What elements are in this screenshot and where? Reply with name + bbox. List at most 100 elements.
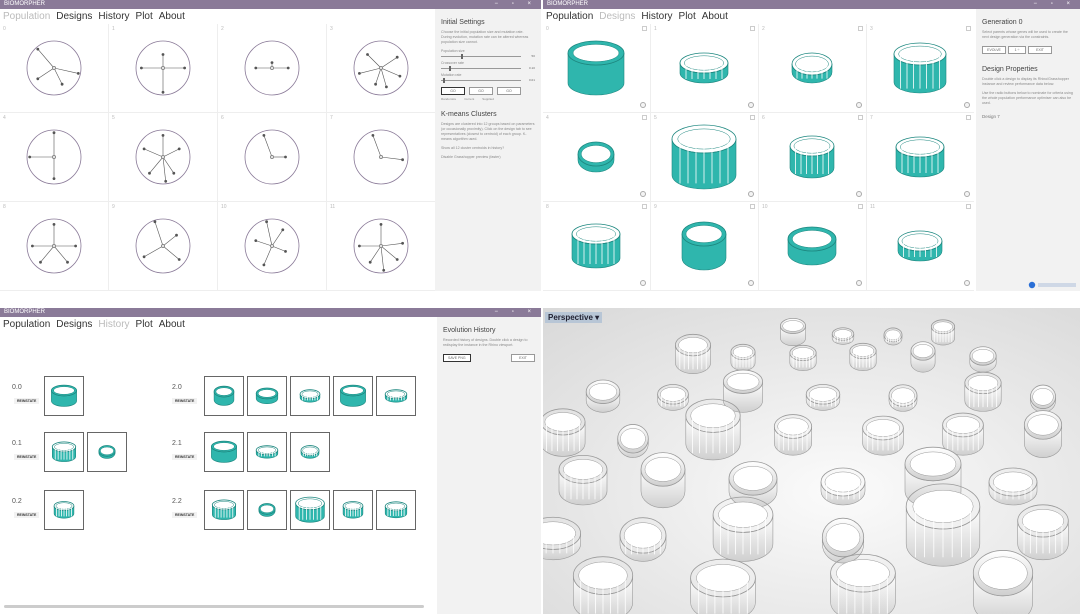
viewport-name-label[interactable]: Perspective ▾ xyxy=(545,312,603,323)
history-thumbnail[interactable] xyxy=(376,376,416,416)
population-cell[interactable]: 10 xyxy=(218,202,326,290)
window-controls[interactable]: − ▫ × xyxy=(495,0,537,9)
expand-icon[interactable] xyxy=(858,204,863,209)
reinstate-button[interactable]: REINSTATE xyxy=(14,398,40,404)
tab-history[interactable]: History xyxy=(98,11,129,22)
expand-icon[interactable] xyxy=(966,115,971,120)
design-cell[interactable]: 6 xyxy=(759,113,866,201)
history-thumbnail[interactable] xyxy=(44,432,84,472)
kmeans-option-preview[interactable]: Disable Grasshopper preview (faster) xyxy=(441,155,535,160)
design-cell[interactable]: 0 xyxy=(543,24,650,112)
select-parent-toggle[interactable] xyxy=(640,280,646,286)
select-parent-toggle[interactable] xyxy=(640,102,646,108)
select-parent-toggle[interactable] xyxy=(964,191,970,197)
design-cell[interactable]: 4 xyxy=(543,113,650,201)
expand-icon[interactable] xyxy=(858,115,863,120)
population-cell[interactable]: 0 xyxy=(0,24,108,112)
exit-button[interactable]: EXIT xyxy=(1028,46,1052,54)
design-cell[interactable]: 5 xyxy=(651,113,758,201)
exit-button[interactable]: EXIT xyxy=(511,354,535,362)
history-thumbnail[interactable] xyxy=(87,432,127,472)
generation-stepper[interactable]: 1 ÷ xyxy=(1008,46,1026,54)
reinstate-button[interactable]: REINSTATE xyxy=(172,512,198,518)
reinstate-button[interactable]: REINSTATE xyxy=(14,454,40,460)
select-parent-toggle[interactable] xyxy=(640,191,646,197)
window-controls[interactable]: − ▫ × xyxy=(1034,0,1076,9)
tab-history[interactable]: History xyxy=(641,11,672,22)
history-thumbnail[interactable] xyxy=(247,432,287,472)
expand-icon[interactable] xyxy=(642,115,647,120)
expand-icon[interactable] xyxy=(966,204,971,209)
population-cell[interactable]: 6 xyxy=(218,113,326,201)
window-controls[interactable]: − ▫ × xyxy=(495,308,537,317)
go-current-button[interactable]: GO xyxy=(469,87,493,95)
design-cell[interactable]: 7 xyxy=(867,113,974,201)
tab-about[interactable]: About xyxy=(159,319,185,330)
tab-plot[interactable]: Plot xyxy=(679,11,696,22)
design-cell[interactable]: 10 xyxy=(759,202,866,290)
tab-designs[interactable]: Designs xyxy=(599,11,635,22)
select-parent-toggle[interactable] xyxy=(856,102,862,108)
design-cell[interactable]: 9 xyxy=(651,202,758,290)
mutation-rate-slider[interactable]: Mutation rate 0.01 xyxy=(441,73,535,83)
go-randomize-button[interactable]: GO xyxy=(441,87,465,95)
reinstate-button[interactable]: REINSTATE xyxy=(172,398,198,404)
population-cell[interactable]: 1 xyxy=(109,24,217,112)
select-parent-toggle[interactable] xyxy=(856,191,862,197)
select-parent-toggle[interactable] xyxy=(748,191,754,197)
kmeans-option-centroids[interactable]: Show all 12 cluster centroids in history… xyxy=(441,146,535,151)
select-parent-toggle[interactable] xyxy=(964,102,970,108)
population-cell[interactable]: 4 xyxy=(0,113,108,201)
tab-population[interactable]: Population xyxy=(3,11,50,22)
expand-icon[interactable] xyxy=(858,26,863,31)
history-thumbnail[interactable] xyxy=(290,490,330,530)
history-thumbnail[interactable] xyxy=(44,490,84,530)
tab-plot[interactable]: Plot xyxy=(136,319,153,330)
history-thumbnail[interactable] xyxy=(204,490,244,530)
design-cell[interactable]: 11 xyxy=(867,202,974,290)
population-size-slider[interactable]: Population size 50 xyxy=(441,49,535,59)
history-thumbnail[interactable] xyxy=(204,376,244,416)
history-thumbnail[interactable] xyxy=(333,490,373,530)
population-cell[interactable]: 8 xyxy=(0,202,108,290)
tab-history[interactable]: History xyxy=(98,319,129,330)
expand-icon[interactable] xyxy=(750,26,755,31)
tab-population[interactable]: Population xyxy=(546,11,593,22)
population-cell[interactable]: 3 xyxy=(327,24,435,112)
tab-about[interactable]: About xyxy=(702,11,728,22)
select-parent-toggle[interactable] xyxy=(856,280,862,286)
history-thumbnail[interactable] xyxy=(290,376,330,416)
history-thumbnail[interactable] xyxy=(247,490,287,530)
expand-icon[interactable] xyxy=(750,115,755,120)
history-thumbnail[interactable] xyxy=(333,376,373,416)
expand-icon[interactable] xyxy=(750,204,755,209)
history-thumbnail[interactable] xyxy=(44,376,84,416)
expand-icon[interactable] xyxy=(642,204,647,209)
tab-designs[interactable]: Designs xyxy=(56,319,92,330)
design-cell[interactable]: 3 xyxy=(867,24,974,112)
population-cell[interactable]: 2 xyxy=(218,24,326,112)
evolve-button[interactable]: EVOLVE xyxy=(982,46,1006,54)
history-thumbnail[interactable] xyxy=(204,432,244,472)
save-png-button[interactable]: SAVE PNG xyxy=(443,354,471,362)
population-cell[interactable]: 7 xyxy=(327,113,435,201)
rhino-viewport[interactable]: Perspective ▾ xyxy=(543,308,1080,614)
history-thumbnail[interactable] xyxy=(290,432,330,472)
population-cell[interactable]: 5 xyxy=(109,113,217,201)
horizontal-scrollbar[interactable] xyxy=(4,605,424,608)
design-cell[interactable]: 1 xyxy=(651,24,758,112)
expand-icon[interactable] xyxy=(642,26,647,31)
tab-plot[interactable]: Plot xyxy=(136,11,153,22)
design-cell[interactable]: 2 xyxy=(759,24,866,112)
reinstate-button[interactable]: REINSTATE xyxy=(172,454,198,460)
go-supplied-button[interactable]: GO xyxy=(497,87,521,95)
population-cell[interactable]: 9 xyxy=(109,202,217,290)
select-parent-toggle[interactable] xyxy=(748,102,754,108)
history-thumbnail[interactable] xyxy=(247,376,287,416)
crossover-rate-slider[interactable]: Crossover rate 0.10 xyxy=(441,61,535,71)
tab-about[interactable]: About xyxy=(159,11,185,22)
history-thumbnail[interactable] xyxy=(376,490,416,530)
tab-population[interactable]: Population xyxy=(3,319,50,330)
design-cell[interactable]: 8 xyxy=(543,202,650,290)
expand-icon[interactable] xyxy=(966,26,971,31)
